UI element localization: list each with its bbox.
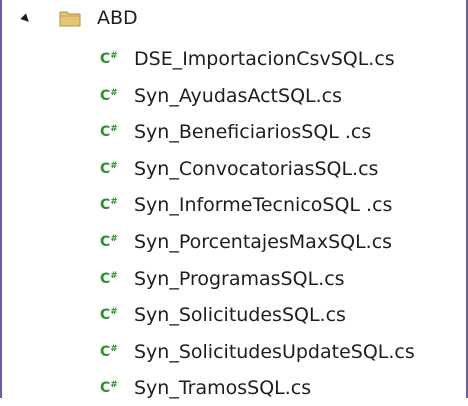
solution-explorer-tree: ABD C# DSE_ImportacionCsvSQL.cs C# Syn_Ayud… [0, 0, 468, 399]
csharp-file-icon: C# [100, 307, 118, 324]
file-label: Syn_SolicitudesSQL.cs [134, 304, 346, 327]
file-label: Syn_AyudasActSQL.cs [134, 84, 342, 107]
file-row[interactable]: C# DSE_ImportacionCsvSQL.cs [2, 41, 466, 77]
file-row[interactable]: C# Syn_ConvocatoriasSQL.cs [2, 151, 466, 187]
file-row[interactable]: C# Syn_SolicitudesUpdateSQL.cs [2, 334, 466, 370]
file-label: Syn_BeneficiariosSQL .cs [134, 121, 372, 144]
file-label: DSE_ImportacionCsvSQL.cs [134, 48, 395, 70]
csharp-file-icon: C# [100, 343, 118, 360]
file-row[interactable]: C# Syn_SolicitudesSQL.cs [2, 297, 466, 333]
csharp-file-icon: C# [100, 124, 118, 141]
folder-icon [59, 11, 81, 27]
file-row[interactable]: C# Syn_PorcentajesMaxSQL.cs [2, 224, 466, 260]
file-label: Syn_SolicitudesUpdateSQL.cs [134, 340, 415, 363]
file-row[interactable]: C# Syn_ProgramasSQL.cs [2, 261, 466, 297]
file-label: Syn_ProgramasSQL.cs [134, 267, 345, 290]
folder-row-abd[interactable]: ABD [2, 0, 466, 38]
file-row[interactable]: C# Syn_BeneficiariosSQL .cs [2, 114, 466, 150]
csharp-file-icon: C# [100, 51, 118, 67]
csharp-file-icon: C# [100, 87, 118, 104]
expand-collapse-arrow-icon[interactable] [20, 13, 32, 25]
file-label: Syn_ConvocatoriasSQL.cs [134, 157, 379, 180]
file-row[interactable]: C# Syn_AyudasActSQL.cs [2, 78, 466, 114]
csharp-file-icon: C# [100, 160, 118, 177]
csharp-file-icon: C# [100, 197, 118, 214]
file-row[interactable]: C# Syn_TramosSQL.cs [2, 370, 466, 406]
csharp-file-icon: C# [100, 270, 118, 287]
file-row[interactable]: C# Syn_InformeTecnicoSQL .cs [2, 187, 466, 223]
csharp-file-icon: C# [100, 380, 118, 397]
file-label: Syn_PorcentajesMaxSQL.cs [134, 231, 393, 253]
file-label: Syn_TramosSQL.cs [134, 377, 312, 400]
csharp-file-icon: C# [100, 234, 118, 250]
folder-label: ABD [97, 7, 138, 29]
file-label: Syn_InformeTecnicoSQL .cs [134, 194, 393, 217]
